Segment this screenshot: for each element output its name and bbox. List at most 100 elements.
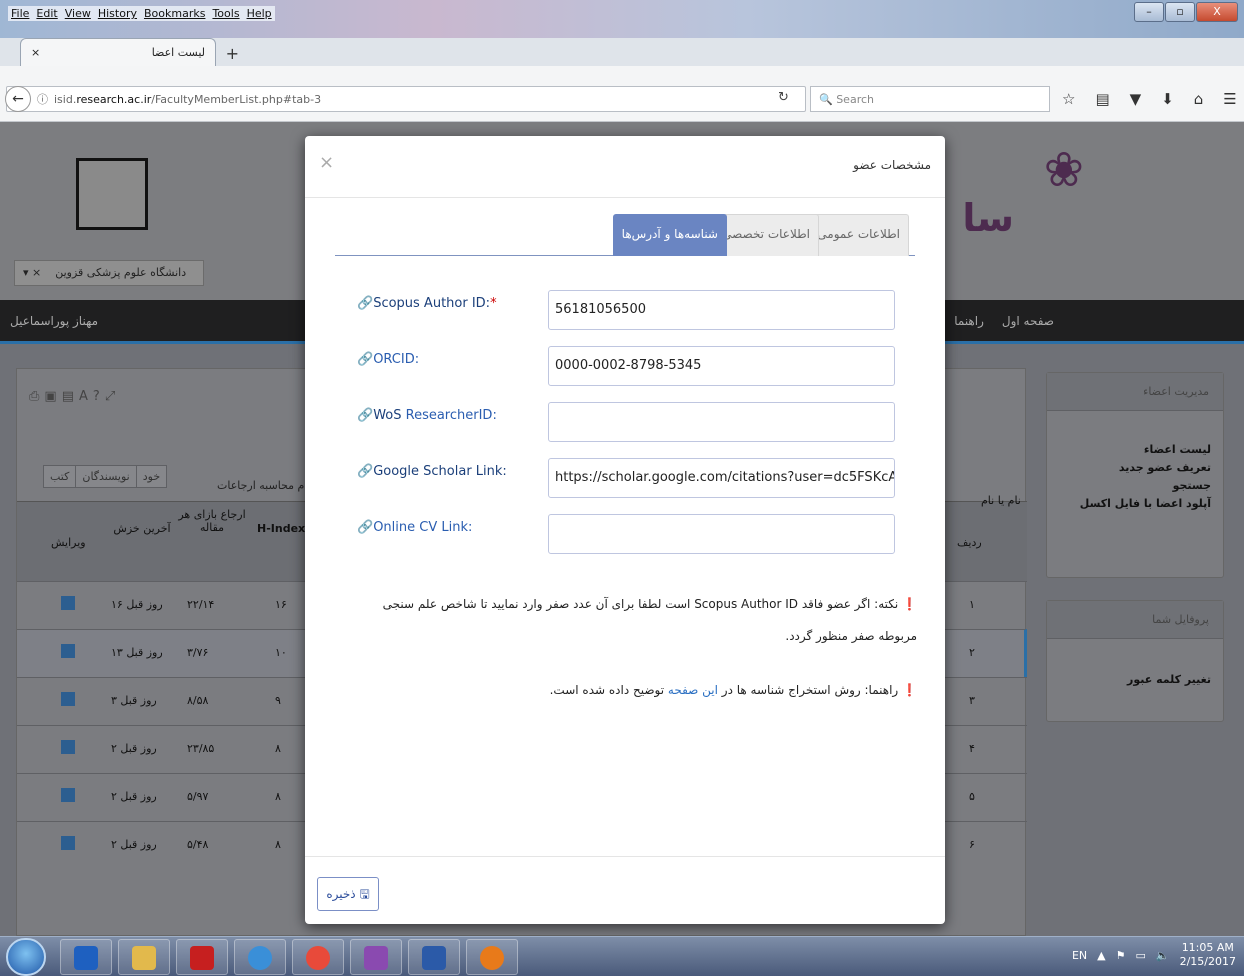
sidebox-title: پروفایل شما: [1047, 601, 1223, 639]
edit-icon[interactable]: [61, 836, 75, 850]
fullscreen-icon[interactable]: ⤢: [105, 389, 120, 404]
wos-label-text: ResearcherID:: [405, 408, 497, 423]
nav-home[interactable]: صفحه اول: [1002, 314, 1054, 328]
volume-icon[interactable]: 🔈: [1156, 949, 1170, 962]
user-name[interactable]: مهناز پوراسماعیل: [10, 314, 98, 328]
excel-icon[interactable]: ▣: [44, 389, 61, 404]
edit-icon[interactable]: [61, 740, 75, 754]
sidebar-item-search[interactable]: جستجو: [1047, 477, 1223, 495]
menu-view[interactable]: View: [65, 7, 91, 20]
sidebar-item-members-list[interactable]: لیست اعضاء: [1047, 441, 1223, 459]
save-button[interactable]: ذخیره 🖫: [317, 877, 379, 911]
taskbar-firefox-app[interactable]: [466, 939, 518, 975]
home-icon[interactable]: ⌂: [1194, 90, 1204, 108]
edit-icon[interactable]: [61, 596, 75, 610]
menu-edit[interactable]: Edit: [36, 7, 57, 20]
filter-books[interactable]: کتب: [44, 466, 77, 487]
row-h: ۹: [275, 694, 281, 707]
menu-bookmarks[interactable]: Bookmarks: [144, 7, 205, 20]
wos-researcher-id-field[interactable]: [548, 402, 895, 442]
profile-box: پروفایل شما تغییر کلمه عبور: [1046, 600, 1224, 722]
edit-icon[interactable]: [61, 692, 75, 706]
reading-list-icon[interactable]: ▤: [1095, 90, 1109, 108]
clock-date: 2/15/2017: [1179, 955, 1236, 968]
language-indicator[interactable]: EN: [1072, 949, 1087, 962]
modal-close-icon[interactable]: ×: [319, 154, 334, 172]
info-icon[interactable]: ⓘ: [37, 91, 48, 107]
menu-history[interactable]: History: [98, 7, 137, 20]
sidebar-item-excel-upload[interactable]: آپلود اعضا با فایل اکسل: [1047, 495, 1223, 513]
help-page-link[interactable]: این صفحه: [668, 683, 718, 697]
edit-icon[interactable]: [61, 644, 75, 658]
university-select[interactable]: ▾ × دانشگاه علوم پزشکی قزوین: [14, 260, 204, 286]
pocket-icon[interactable]: ▼: [1130, 90, 1142, 108]
taskbar-acrobat-app[interactable]: [176, 939, 228, 975]
sidebar-item-new-member[interactable]: تعریف عضو جدید: [1047, 459, 1223, 477]
filter-self[interactable]: خود: [137, 466, 166, 487]
tab-identifiers[interactable]: شناسه‌ها و آدرس‌ها: [612, 214, 727, 256]
google-scholar-label: 🔗Google Scholar Link:: [357, 464, 507, 479]
online-cv-field[interactable]: [548, 514, 895, 554]
help-icon[interactable]: ?: [93, 389, 105, 404]
print-icon[interactable]: ⎙: [29, 389, 44, 404]
edit-icon[interactable]: [61, 788, 75, 802]
browser-tab[interactable]: × لیست اعضا +: [20, 38, 239, 66]
filter-authors[interactable]: نویسندگان: [76, 466, 137, 487]
scopus-id-field[interactable]: 56181056500: [548, 290, 895, 330]
taskbar-outlook-app[interactable]: [60, 939, 112, 975]
sidebar-item-change-password[interactable]: تغییر کلمه عبور: [1047, 671, 1223, 689]
url-host-prefix: isid.: [54, 92, 77, 106]
taskbar-explorer-app[interactable]: [118, 939, 170, 975]
clock[interactable]: 11:05 AM 2/15/2017: [1180, 941, 1236, 969]
reload-icon[interactable]: ↻: [778, 90, 789, 105]
member-details-modal: × مشخصات عضو اطلاعات عمومی اطلاعات تخصصی…: [305, 136, 945, 924]
address-bar[interactable]: ← ⓘ isid. research.ac.ir/FacultyMemberLis…: [5, 86, 806, 112]
tab-specialized-info[interactable]: اطلاعات تخصصی: [713, 214, 819, 256]
pdf-icon[interactable]: ▤: [62, 389, 79, 404]
minimize-button[interactable]: –: [1134, 2, 1164, 22]
maximize-button[interactable]: ▫: [1165, 2, 1195, 22]
google-scholar-field[interactable]: https://scholar.google.com/citations?use…: [548, 458, 895, 498]
window-controls: – ▫ X: [1134, 2, 1238, 22]
dropdown-icon[interactable]: ▾ ×: [23, 266, 55, 279]
tray-expand-icon[interactable]: ▲: [1097, 949, 1105, 962]
wos-label: 🔗WoS ResearcherID:: [357, 408, 497, 423]
flag-icon[interactable]: ⚑: [1116, 949, 1126, 962]
menu-file[interactable]: File: [11, 7, 29, 20]
close-window-button[interactable]: X: [1196, 2, 1238, 22]
search-input[interactable]: 🔍 Search: [810, 86, 1050, 112]
url-host-main: research.ac.ir: [76, 92, 152, 106]
menu-tools[interactable]: Tools: [212, 7, 239, 20]
menu-help[interactable]: Help: [247, 7, 272, 20]
menu-hamburger-icon[interactable]: ☰: [1223, 90, 1236, 108]
nav-help[interactable]: راهنما: [954, 314, 984, 328]
taskbar-chrome-app[interactable]: [292, 939, 344, 975]
new-tab-button[interactable]: +: [226, 44, 239, 63]
network-icon[interactable]: ▭: [1135, 949, 1145, 962]
row-n: ۱: [969, 598, 975, 611]
row-last: ۱۶ روز قبل: [111, 598, 163, 611]
modal-tabs: اطلاعات عمومی اطلاعات تخصصی شناسه‌ها و آ…: [335, 210, 915, 256]
orcid-field[interactable]: 0000-0002-8798-5345: [548, 346, 895, 386]
citation-filter-group: کتب نویسندگان خود: [43, 465, 168, 488]
row-n: ۶: [969, 838, 975, 851]
help-note: ❗ راهنما: روش استخراج شناسه ها در این صف…: [345, 674, 917, 706]
tab-close-icon[interactable]: ×: [31, 46, 40, 59]
start-button[interactable]: [6, 938, 46, 976]
taskbar-ie-app[interactable]: [234, 939, 286, 975]
col-last-crawl[interactable]: آخرین خزش: [107, 522, 177, 535]
font-size-icon[interactable]: A: [79, 389, 93, 404]
online-cv-label-text: Online CV Link:: [373, 520, 473, 535]
tab-general-info[interactable]: اطلاعات عمومی: [808, 214, 909, 256]
col-hindex[interactable]: H-Index: [257, 522, 305, 535]
bookmark-star-icon[interactable]: ☆: [1062, 90, 1075, 108]
modal-header: × مشخصات عضو: [305, 136, 945, 198]
row-last: ۲ روز قبل: [111, 742, 157, 755]
menu-bar: File Edit View History Bookmarks Tools H…: [8, 6, 275, 21]
download-icon[interactable]: ⬇: [1161, 90, 1174, 108]
col-citations[interactable]: ارجاع بازای هر مقاله: [177, 508, 247, 534]
taskbar-word-app[interactable]: [408, 939, 460, 975]
taskbar-media-app[interactable]: [350, 939, 402, 975]
back-arrow-icon[interactable]: ←: [5, 86, 31, 112]
search-hint[interactable]: نام یا نام: [981, 494, 1021, 507]
